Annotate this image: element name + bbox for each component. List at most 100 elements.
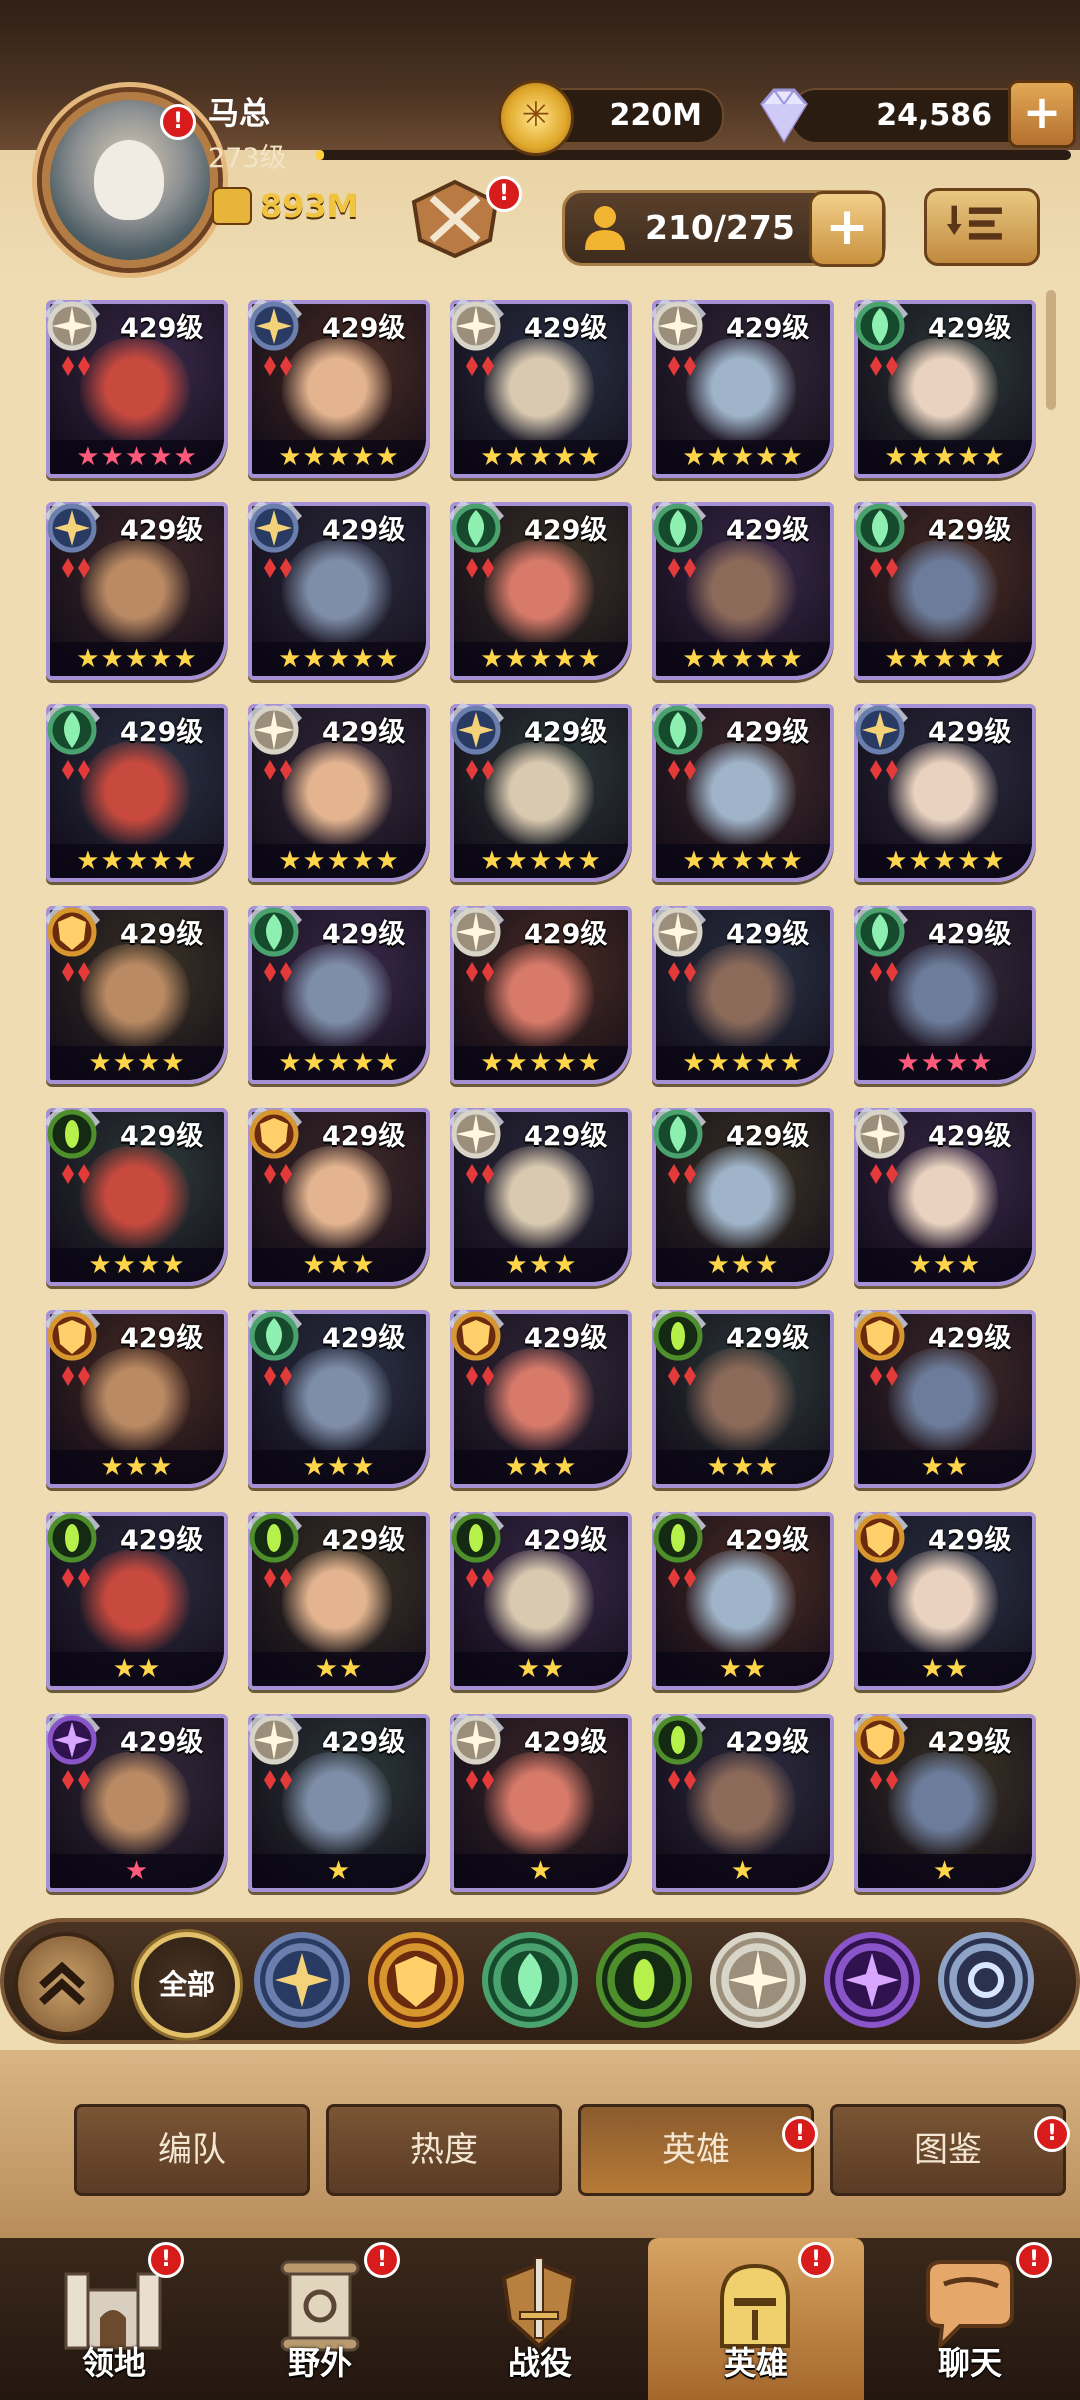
- hero-card[interactable]: ★★★★★ 429级: [852, 702, 1036, 884]
- hero-card[interactable]: ★ 429级: [448, 1712, 632, 1894]
- rank-diamonds-icon: [868, 1162, 902, 1186]
- hero-card[interactable]: ★★★★★ 429级: [650, 500, 834, 682]
- tab-collection-alert-badge: !: [1034, 2116, 1070, 2152]
- hero-star-rating: ★★: [50, 1652, 224, 1686]
- hero-star-rating: ★★★★: [50, 1046, 224, 1080]
- rank-diamonds-icon: [60, 1768, 94, 1792]
- tab-popularity[interactable]: 热度: [326, 2104, 562, 2196]
- hero-card[interactable]: ★★★ 429级: [650, 1308, 834, 1490]
- nav-chat-label: 聊天: [937, 2344, 1002, 2382]
- hero-star-rating: ★★★★★: [50, 844, 224, 878]
- rank-diamonds-icon: [666, 758, 700, 782]
- hero-slots-text: 210/275: [645, 208, 795, 247]
- hero-level: 429级: [928, 1525, 1012, 1556]
- hero-card[interactable]: ★★★ 429级: [44, 1308, 228, 1490]
- hero-card[interactable]: ★★ 429级: [44, 1510, 228, 1692]
- wilder-faction-icon: [646, 698, 710, 762]
- hero-card[interactable]: ★★★★★ 429级: [448, 904, 632, 1086]
- wilder-faction-icon: [482, 1932, 578, 2028]
- hero-card[interactable]: ★★★★★ 429级: [852, 298, 1036, 480]
- hero-card[interactable]: ★★ 429级: [852, 1510, 1036, 1692]
- lightbearer-faction-icon: [254, 1932, 350, 2028]
- rank-diamonds-icon: [262, 1162, 296, 1186]
- hero-card[interactable]: ★★★★★ 429级: [448, 702, 632, 884]
- hypogean-faction-icon: [824, 1932, 920, 2028]
- sort-button[interactable]: [924, 188, 1040, 266]
- hero-card[interactable]: ★★★★★ 429级: [44, 298, 228, 480]
- filter-celestial-button[interactable]: [710, 1932, 806, 2028]
- hero-star-rating: ★★: [858, 1450, 1032, 1484]
- hero-list-scrollbar[interactable]: [1046, 290, 1056, 410]
- hero-star-rating: ★★: [858, 1652, 1032, 1686]
- rank-diamonds-icon: [464, 556, 498, 580]
- celestial-faction-icon: [710, 1932, 806, 2028]
- hero-card[interactable]: ★★ 429级: [246, 1510, 430, 1692]
- double-chevron-up-icon: [39, 1961, 85, 2006]
- hero-card[interactable]: ★★★★ 429级: [44, 1106, 228, 1288]
- rank-diamonds-icon: [666, 556, 700, 580]
- rank-diamonds-icon: [60, 758, 94, 782]
- filter-graveborn-button[interactable]: [596, 1932, 692, 2028]
- expand-slots-button[interactable]: +: [809, 191, 885, 267]
- rank-diamonds-icon: [60, 1162, 94, 1186]
- gold-resource[interactable]: 220M: [498, 80, 724, 156]
- hero-level: 429级: [322, 919, 406, 950]
- rank-diamonds-icon: [60, 1566, 94, 1590]
- hero-star-rating: ★★★★★: [656, 642, 830, 676]
- hero-card[interactable]: ★★ 429级: [448, 1510, 632, 1692]
- hero-card[interactable]: ★★★★★ 429级: [650, 298, 834, 480]
- hero-card[interactable]: ★★★★★ 429级: [650, 702, 834, 884]
- hero-card[interactable]: ★★★★★ 429级: [246, 702, 430, 884]
- filter-wilder-button[interactable]: [482, 1932, 578, 2028]
- hero-level: 429级: [928, 1727, 1012, 1758]
- filter-dimensional-button[interactable]: [938, 1932, 1034, 2028]
- tab-formation[interactable]: 编队: [74, 2104, 310, 2196]
- hero-level: 429级: [120, 1525, 204, 1556]
- hero-card[interactable]: ★★★★★ 429级: [246, 500, 430, 682]
- hero-card[interactable]: ★ 429级: [44, 1712, 228, 1894]
- add-diamonds-button[interactable]: +: [1008, 80, 1076, 148]
- hero-card[interactable]: ★★★ 429级: [246, 1106, 430, 1288]
- celestial-faction-icon: [242, 1708, 306, 1772]
- hero-star-rating: ★★★★★: [252, 844, 426, 878]
- hero-card[interactable]: ★★★ 429级: [448, 1308, 632, 1490]
- nav-campaign[interactable]: 战役: [440, 2238, 640, 2400]
- hero-card[interactable]: ★★★ 429级: [448, 1106, 632, 1288]
- hero-card[interactable]: ★★★★★ 429级: [650, 904, 834, 1086]
- rank-diamonds-icon: [60, 354, 94, 378]
- nav-territory[interactable]: 领地: [14, 2238, 214, 2400]
- mauler-faction-icon: [242, 1102, 306, 1166]
- rank-diamonds-icon: [464, 1566, 498, 1590]
- hero-card[interactable]: ★★ 429级: [852, 1308, 1036, 1490]
- hero-card[interactable]: ★★ 429级: [650, 1510, 834, 1692]
- hero-card[interactable]: ★★★★★ 429级: [246, 904, 430, 1086]
- filter-all-button[interactable]: 全部: [134, 1932, 240, 2038]
- hero-card[interactable]: ★★★★★ 429级: [44, 702, 228, 884]
- hero-card[interactable]: ★★★★★ 429级: [448, 500, 632, 682]
- hero-card[interactable]: ★★★★ 429级: [44, 904, 228, 1086]
- hero-card[interactable]: ★★★★★ 429级: [448, 298, 632, 480]
- hero-slots-counter[interactable]: 210/275 +: [562, 190, 886, 267]
- hero-card[interactable]: ★★★★★ 429级: [246, 298, 430, 480]
- hero-card[interactable]: ★ 429级: [246, 1712, 430, 1894]
- rank-diamonds-icon: [262, 1768, 296, 1792]
- tab-heroes[interactable]: 英雄: [578, 2104, 814, 2196]
- hero-card[interactable]: ★★★★★ 429级: [852, 500, 1036, 682]
- hero-card[interactable]: ★★★ 429级: [246, 1308, 430, 1490]
- hero-card[interactable]: ★★★ 429级: [852, 1106, 1036, 1288]
- filter-lightbearer-button[interactable]: [254, 1932, 350, 2028]
- hero-card[interactable]: ★★★ 429级: [650, 1106, 834, 1288]
- hero-card[interactable]: ★ 429级: [852, 1712, 1036, 1894]
- collapse-filter-button[interactable]: [14, 1932, 118, 2036]
- tab-collection[interactable]: 图鉴: [830, 2104, 1066, 2196]
- hero-card[interactable]: ★ 429级: [650, 1712, 834, 1894]
- hero-level: 429级: [322, 1121, 406, 1152]
- filter-hypogean-button[interactable]: [824, 1932, 920, 2028]
- hero-level: 429级: [120, 717, 204, 748]
- filter-mauler-button[interactable]: [368, 1932, 464, 2028]
- hero-card[interactable]: ★★★★★ 429级: [44, 500, 228, 682]
- hero-star-rating: ★★★★★: [656, 1046, 830, 1080]
- fist-icon: [212, 187, 252, 225]
- hero-level: 429级: [928, 1323, 1012, 1354]
- hero-card[interactable]: ★★★★ 429级: [852, 904, 1036, 1086]
